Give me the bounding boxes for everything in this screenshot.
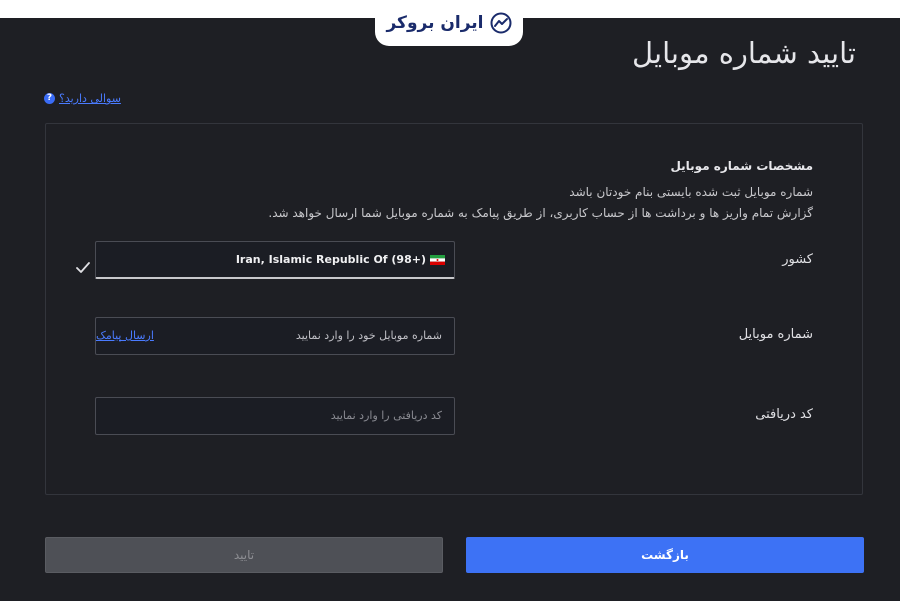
brand-logo[interactable]: ایران بروکر	[375, 0, 523, 46]
help-link[interactable]: سوالی دارید؟ ?	[44, 92, 121, 105]
iran-flag-icon	[430, 254, 445, 265]
confirm-button[interactable]: تایید	[45, 537, 443, 573]
code-placeholder: کد دریافتی را وارد نمایید	[330, 409, 442, 422]
help-link-text: سوالی دارید؟	[59, 92, 121, 105]
send-sms-button[interactable]: ارسال پیامک	[96, 329, 154, 342]
check-icon	[76, 262, 90, 273]
country-select[interactable]: Iran, Islamic Republic Of (98+)	[95, 241, 455, 279]
mobile-input[interactable]: شماره موبایل خود را وارد نمایید ارسال پی…	[95, 317, 455, 355]
page-title: تایید شماره موبایل	[632, 36, 856, 70]
country-value-text: Iran, Islamic Republic Of (98+)	[235, 253, 426, 266]
verification-code-input[interactable]: کد دریافتی را وارد نمایید	[95, 397, 455, 435]
question-icon: ?	[44, 93, 55, 104]
logo-text: ایران بروکر	[386, 13, 484, 33]
section-title: مشخصات شماره موبایل	[670, 159, 813, 173]
chart-trend-icon	[490, 12, 512, 34]
mobile-placeholder: شماره موبایل خود را وارد نمایید	[295, 329, 442, 342]
country-label: کشور	[782, 252, 813, 267]
code-label: کد دریافتی	[755, 407, 813, 422]
section-description-1: شماره موبایل ثبت شده بایستی بنام خودتان …	[569, 185, 813, 199]
back-button[interactable]: بازگشت	[466, 537, 864, 573]
section-description-2: گزارش تمام واریز ها و برداشت ها از حساب …	[268, 206, 813, 220]
mobile-verification-card: مشخصات شماره موبایل شماره موبایل ثبت شده…	[45, 123, 863, 495]
mobile-label: شماره موبایل	[738, 327, 813, 342]
country-selected-value: Iran, Islamic Republic Of (98+)	[236, 253, 445, 266]
